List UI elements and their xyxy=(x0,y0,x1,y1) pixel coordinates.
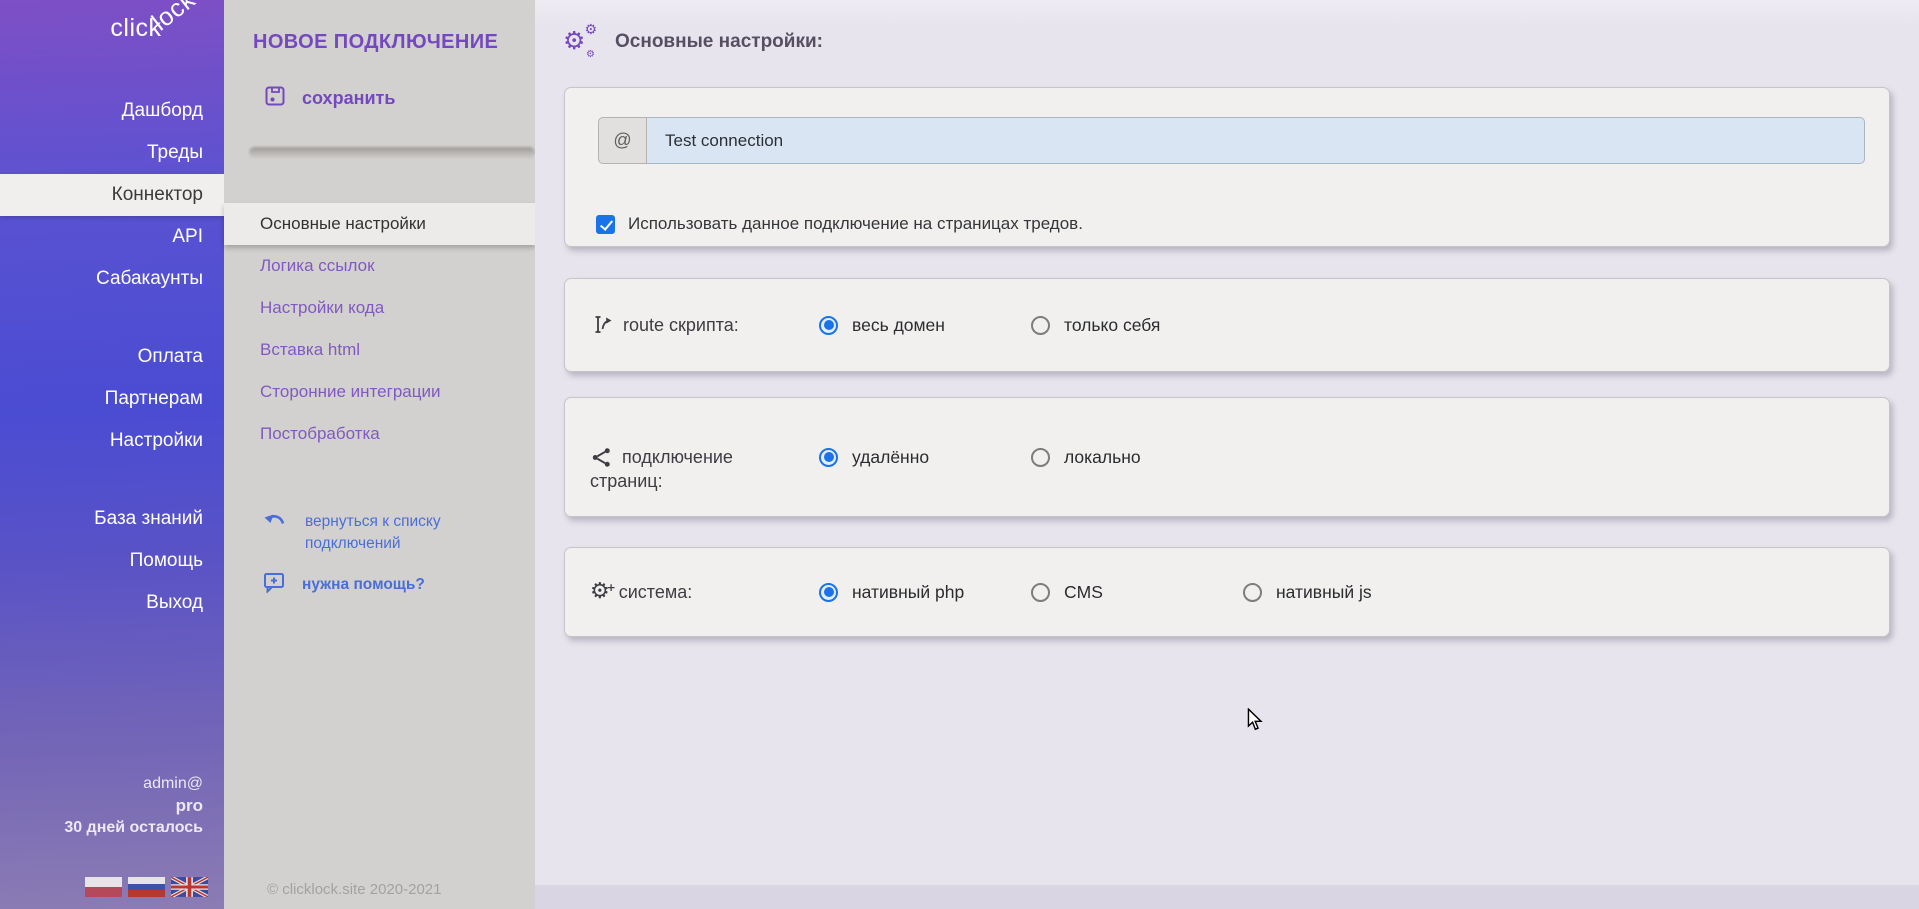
sidebar-item-knowledge-base[interactable]: База знаний xyxy=(0,498,224,540)
radio-option-native-js[interactable]: нативный js xyxy=(1243,582,1455,603)
gears-icon: ⚙⚙⚙ xyxy=(563,26,597,58)
radio-only-self[interactable] xyxy=(1031,316,1050,335)
account-info: admin@ pro 30 дней осталось xyxy=(64,773,203,839)
sidebar-nav: Дашборд Треды Коннектор API Сабакаунты О… xyxy=(0,90,224,660)
at-sign-prefix: @ xyxy=(598,117,647,164)
radio-option-cms[interactable]: CMS xyxy=(1031,582,1243,603)
tab-link-logic[interactable]: Логика ссылок xyxy=(224,245,535,287)
tab-code-settings[interactable]: Настройки кода xyxy=(224,287,535,329)
nav-group-misc: База знаний Помощь Выход xyxy=(0,498,224,624)
main-content: ⚙⚙⚙ Основные настройки: @ Использовать д… xyxy=(535,0,1919,909)
section-heading-text: Основные настройки: xyxy=(615,31,823,53)
need-help-link[interactable]: нужна помощь? xyxy=(263,572,425,598)
sidebar-item-logout[interactable]: Выход xyxy=(0,582,224,624)
radio-remote[interactable] xyxy=(819,448,838,467)
sidebar-item-partners[interactable]: Партнерам xyxy=(0,378,224,420)
clicklock-logo[interactable]: clicklock xyxy=(110,14,208,43)
tab-postprocessing[interactable]: Постобработка xyxy=(224,413,535,455)
connection-name-group: @ xyxy=(598,117,1865,164)
system-label: ⚙+ система: xyxy=(590,581,819,603)
system-card: ⚙+ система: нативный php CMS нативный js xyxy=(564,547,1890,637)
sidebar-item-dashboard[interactable]: Дашборд xyxy=(0,90,224,132)
sidebar-item-connector[interactable]: Коннектор xyxy=(0,174,224,216)
route-script-card: route скрипта: весь домен только себя xyxy=(564,278,1890,372)
account-plan-badge: pro xyxy=(64,795,203,817)
radio-native-php[interactable] xyxy=(819,583,838,602)
sidebar-item-threads[interactable]: Треды xyxy=(0,132,224,174)
nav-group-main: Дашборд Треды Коннектор API Сабакаунты xyxy=(0,90,224,300)
tab-main-settings[interactable]: Основные настройки xyxy=(224,203,535,245)
connection-name-input[interactable] xyxy=(647,117,1865,164)
route-icon xyxy=(590,313,614,337)
back-link-text: вернуться к спискуподключений xyxy=(305,511,441,555)
sidebar-item-settings[interactable]: Настройки xyxy=(0,420,224,462)
radio-cms[interactable] xyxy=(1031,583,1050,602)
save-button[interactable]: сохранить xyxy=(263,84,395,113)
sidebar: clicklock Дашборд Треды Коннектор API Са… xyxy=(0,0,224,909)
gear-plus-icon: ⚙+ xyxy=(590,581,610,603)
radio-option-remote[interactable]: удалённо xyxy=(819,447,1031,468)
radio-native-js[interactable] xyxy=(1243,583,1262,602)
page-connection-card: подключение страниц: удалённо локально xyxy=(564,397,1890,517)
share-icon xyxy=(590,446,613,469)
use-on-threads-checkbox[interactable] xyxy=(596,215,615,234)
radio-whole-domain[interactable] xyxy=(819,316,838,335)
sidebar-item-help[interactable]: Помощь xyxy=(0,540,224,582)
mouse-cursor xyxy=(1247,708,1263,737)
radio-option-native-php[interactable]: нативный php xyxy=(819,582,1031,603)
account-email: admin@ xyxy=(64,773,203,795)
page-connection-label: подключение страниц: xyxy=(590,445,819,493)
comment-plus-icon xyxy=(263,572,286,598)
back-to-list-link[interactable]: вернуться к спискуподключений xyxy=(263,511,441,555)
account-days-left: 30 дней осталось xyxy=(64,817,203,839)
help-link-text: нужна помощь? xyxy=(302,574,425,596)
sidebar-item-api[interactable]: API xyxy=(0,216,224,258)
panel-divider xyxy=(249,147,535,158)
use-on-threads-row: Использовать данное подключение на стран… xyxy=(596,214,1083,234)
language-switcher xyxy=(85,877,208,897)
page-title: НОВОЕ ПОДКЛЮЧЕНИЕ xyxy=(253,31,498,54)
connection-panel: НОВОЕ ПОДКЛЮЧЕНИЕ сохранить Основные нас… xyxy=(224,0,535,909)
connection-name-card: @ Использовать данное подключение на стр… xyxy=(564,87,1890,247)
floppy-icon xyxy=(263,84,287,113)
section-heading: ⚙⚙⚙ Основные настройки: xyxy=(563,26,823,58)
route-script-label: route скрипта: xyxy=(590,313,819,337)
app-window: clicklock Дашборд Треды Коннектор API Са… xyxy=(0,0,1919,909)
radio-option-whole-domain[interactable]: весь домен xyxy=(819,315,1031,336)
russia-flag[interactable] xyxy=(128,877,165,897)
copyright-text: © clicklock.site 2020-2021 xyxy=(267,881,441,898)
tab-third-party-integrations[interactable]: Сторонние интеграции xyxy=(224,371,535,413)
sidebar-item-subaccounts[interactable]: Сабакаунты xyxy=(0,258,224,300)
use-on-threads-label[interactable]: Использовать данное подключение на стран… xyxy=(628,214,1083,234)
poland-flag[interactable] xyxy=(85,877,122,897)
nav-group-billing: Оплата Партнерам Настройки xyxy=(0,336,224,462)
radio-local[interactable] xyxy=(1031,448,1050,467)
connection-tabs: Основные настройки Логика ссылок Настрой… xyxy=(224,203,535,455)
undo-arrow-icon xyxy=(263,511,289,555)
sidebar-item-payment[interactable]: Оплата xyxy=(0,336,224,378)
uk-flag[interactable] xyxy=(171,877,208,897)
radio-option-local[interactable]: локально xyxy=(1031,447,1243,468)
tab-html-insert[interactable]: Вставка html xyxy=(224,329,535,371)
save-button-label: сохранить xyxy=(302,88,395,109)
radio-option-only-self[interactable]: только себя xyxy=(1031,315,1243,336)
